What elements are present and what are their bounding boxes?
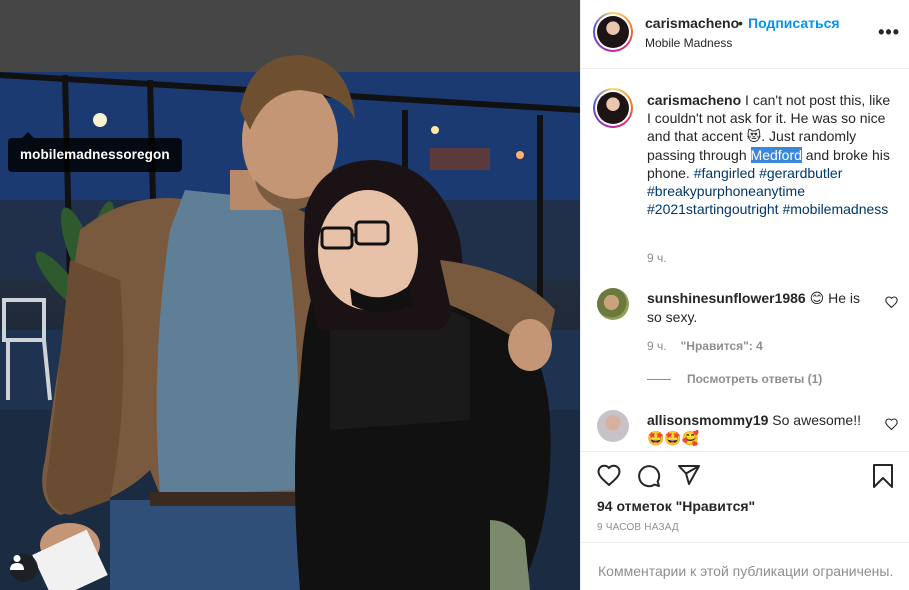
post-timestamp[interactable]: 9 ЧАСОВ НАЗАД: [597, 522, 679, 533]
commenter-username[interactable]: sunshinesunflower1986: [647, 290, 806, 306]
hashtag-link[interactable]: #fangirled: [694, 165, 756, 181]
hashtag-link[interactable]: #breakypurphoneanytime: [647, 183, 805, 199]
comment-likes-count[interactable]: "Нравится": 4: [681, 339, 763, 353]
post-action-bar: [581, 451, 909, 499]
comment-like-heart-icon[interactable]: [885, 418, 898, 430]
view-replies-label: Посмотреть ответы (1): [687, 372, 823, 386]
bookmark-icon[interactable]: [872, 464, 894, 488]
caption-username[interactable]: carismacheno: [647, 92, 741, 108]
user-icon: [10, 555, 24, 570]
comment-text: allisonsmommy19 So awesome!! 🤩🤩🥰: [647, 411, 877, 448]
comment-meta: 9 ч. "Нравится": 4: [647, 339, 763, 353]
comment-like-heart-icon[interactable]: [885, 296, 898, 308]
comment-timestamp[interactable]: 9 ч.: [647, 339, 667, 353]
header-separator: •: [738, 15, 743, 31]
commenter-avatar[interactable]: [597, 410, 629, 442]
commenter-avatar[interactable]: [597, 288, 629, 320]
post-location[interactable]: Mobile Madness: [645, 36, 732, 50]
follow-button[interactable]: Подписаться: [748, 15, 840, 31]
comment-icon[interactable]: [637, 464, 661, 488]
comment-emojis: 🤩🤩🥰: [647, 431, 700, 447]
hashtag-link[interactable]: #mobilemadness: [782, 201, 888, 217]
photo-illustration: [0, 0, 580, 590]
comments-restricted-text: Комментарии к этой публикации ограничены…: [598, 563, 894, 579]
commenter-username[interactable]: allisonsmommy19: [647, 412, 768, 428]
caption-highlighted-text: Medford: [750, 147, 802, 163]
author-username[interactable]: carismacheno: [645, 15, 739, 31]
replies-divider: [647, 378, 671, 380]
tagged-user-label[interactable]: mobilemadnessoregon: [8, 132, 182, 172]
share-icon[interactable]: [677, 464, 701, 486]
comment-emoji: 😊: [809, 291, 825, 307]
more-options-icon[interactable]: •••: [878, 22, 900, 43]
comment-text: sunshinesunflower1986 😊 He is so sexy.: [647, 289, 877, 326]
comments-restricted-notice: Комментарии к этой публикации ограничены…: [581, 542, 909, 590]
post-header: carismacheno • Подписаться Mobile Madnes…: [581, 0, 909, 69]
heart-icon[interactable]: [597, 464, 621, 486]
post-photo[interactable]: mobilemadnessoregon: [0, 0, 580, 590]
caption-author-avatar[interactable]: [593, 88, 633, 128]
caption-timestamp[interactable]: 9 ч.: [647, 251, 667, 265]
caption-text: carismacheno I can't not post this, like…: [647, 91, 897, 218]
post-side-panel: carismacheno • Подписаться Mobile Madnes…: [580, 0, 909, 590]
caption-emoji: 😻: [746, 129, 762, 145]
view-replies-button[interactable]: Посмотреть ответы (1): [647, 372, 822, 386]
hashtag-link[interactable]: #gerardbutler: [759, 165, 842, 181]
comment-body: So awesome!!: [768, 412, 861, 428]
tagged-users-button[interactable]: [10, 554, 38, 582]
likes-count[interactable]: 94 отметок "Нравится": [597, 498, 755, 514]
author-avatar[interactable]: [593, 12, 633, 52]
hashtag-link[interactable]: #2021startingoutright: [647, 201, 779, 217]
